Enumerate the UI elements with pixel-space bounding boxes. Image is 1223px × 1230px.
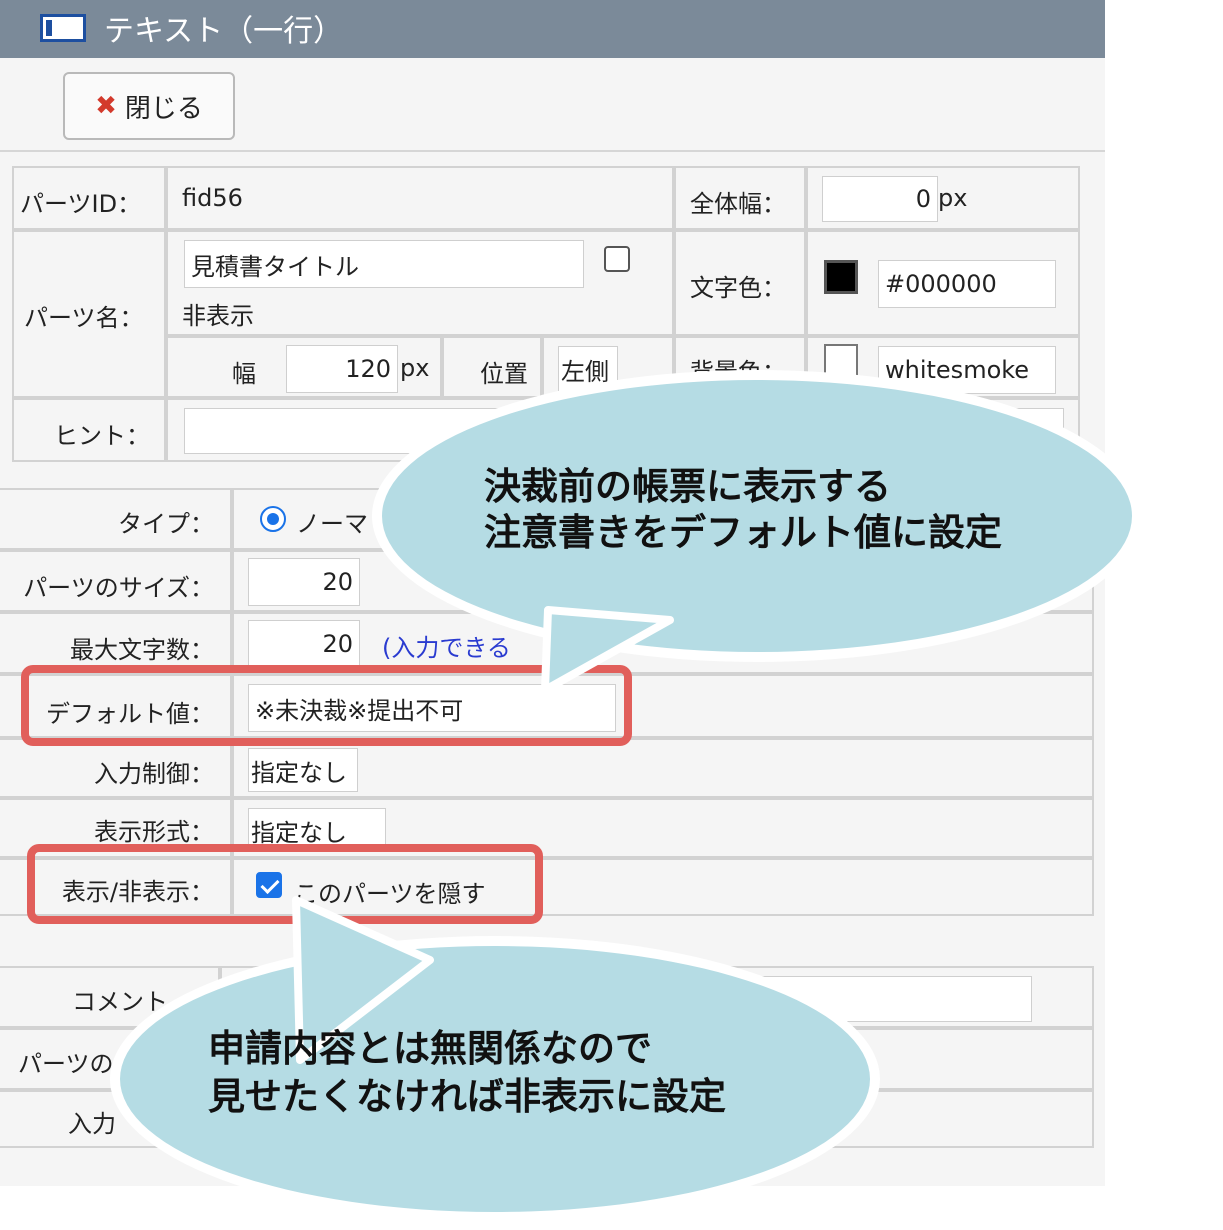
bottom-callout-line-2: 見せたくなければ非表示に設定 (208, 1075, 726, 1118)
top-callout-tail (541, 606, 674, 694)
top-callout-line-1: 決裁前の帳票に表示する (484, 465, 891, 508)
top-callout-line-2: 注意書きをデフォルト値に設定 (484, 511, 1002, 554)
bottom-callout-line-1: 申請内容とは無関係なので (208, 1027, 652, 1070)
